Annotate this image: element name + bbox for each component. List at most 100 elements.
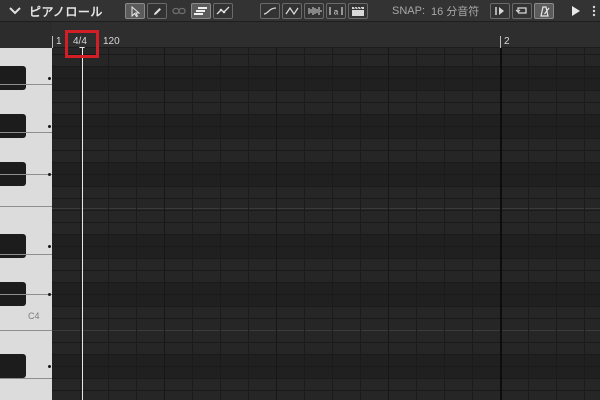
white-key-divider <box>0 378 52 379</box>
bar-1-tick <box>52 36 53 48</box>
row-divider <box>52 306 600 307</box>
note-grid[interactable] <box>52 48 600 400</box>
bar-2-tick <box>500 36 501 48</box>
row-divider <box>52 150 600 151</box>
metronome-button[interactable] <box>534 3 554 19</box>
clip-view-button[interactable] <box>348 3 368 19</box>
row-divider <box>52 66 600 67</box>
beat-gridline <box>360 48 361 400</box>
key-marker-dot <box>48 245 51 248</box>
link-icon <box>172 7 186 15</box>
beat-gridline <box>556 48 557 400</box>
beat-gridline <box>220 48 221 400</box>
time-signature-highlight <box>65 30 99 58</box>
beat-gridline <box>472 48 473 400</box>
row-divider <box>52 282 600 283</box>
row-divider <box>52 174 600 175</box>
row-divider <box>52 162 600 163</box>
white-key-divider <box>0 254 52 255</box>
snap-value-select[interactable]: 16 分音符 <box>431 0 479 22</box>
bar-1-number: 1 <box>56 36 62 47</box>
play-icon <box>572 6 580 16</box>
transport-group <box>490 3 554 19</box>
waveform-icon <box>308 7 322 15</box>
ruler-corner <box>0 22 52 48</box>
curve-zigzag-icon <box>285 6 299 16</box>
row-divider <box>52 138 600 139</box>
more-dots-icon <box>592 5 596 17</box>
key-marker-dot <box>48 77 51 80</box>
row-divider <box>52 366 600 367</box>
beat-gridline <box>108 48 109 400</box>
beat-gridline <box>332 48 333 400</box>
more-button[interactable] <box>588 3 600 19</box>
octave-divider <box>52 330 600 331</box>
white-key-divider <box>0 330 52 331</box>
row-divider <box>52 210 600 211</box>
c4-label: C4 <box>28 311 40 321</box>
link-button[interactable] <box>169 3 189 19</box>
row-divider <box>52 54 600 55</box>
svg-text:a: a <box>334 8 339 17</box>
pencil-icon <box>153 7 161 15</box>
metronome-icon <box>540 5 550 17</box>
row-divider <box>52 102 600 103</box>
row-divider <box>52 198 600 199</box>
row-divider <box>52 258 600 259</box>
loop-button[interactable] <box>512 3 532 19</box>
zigzag-curve-button[interactable] <box>282 3 302 19</box>
row-divider <box>52 270 600 271</box>
row-divider <box>52 294 600 295</box>
playhead-line <box>82 48 83 400</box>
key-marker-dot <box>48 293 51 296</box>
row-divider <box>52 114 600 115</box>
timeline-ruler[interactable]: 1 4/4 120 2 <box>52 22 600 48</box>
panel-title: ピアノロール <box>29 4 103 19</box>
beat-gridline <box>528 48 529 400</box>
black-key[interactable] <box>0 354 26 378</box>
beat-gridline <box>500 48 502 400</box>
step-input-button[interactable] <box>490 3 510 19</box>
piano-roll-toolbar: ピアノロール a SNAP: 16 分音符 <box>0 0 600 22</box>
waveform-button[interactable] <box>304 3 324 19</box>
black-key[interactable] <box>0 66 26 90</box>
beat-gridline <box>416 48 417 400</box>
bracket-text-icon: a <box>329 7 343 17</box>
key-marker-dot <box>48 173 51 176</box>
play-button[interactable] <box>568 3 584 19</box>
tempo-value[interactable]: 120 <box>103 36 120 47</box>
automation-button[interactable] <box>213 3 233 19</box>
snap-label: SNAP: <box>392 5 426 17</box>
row-divider <box>52 354 600 355</box>
velocity-bars-icon <box>194 7 207 15</box>
smooth-curve-button[interactable] <box>260 3 280 19</box>
beat-gridline <box>304 48 305 400</box>
beat-gridline <box>584 48 585 400</box>
row-divider <box>52 318 600 319</box>
view-tool-group: a <box>260 3 368 19</box>
white-key-divider <box>0 132 52 133</box>
pointer-tool-button[interactable] <box>125 3 145 19</box>
white-key-divider <box>0 84 52 85</box>
velocity-button[interactable] <box>191 3 211 19</box>
step-input-icon <box>495 7 504 15</box>
bar-2-number: 2 <box>504 36 510 47</box>
white-key-divider <box>0 174 52 175</box>
black-key[interactable] <box>0 114 26 138</box>
row-divider <box>52 378 600 379</box>
beat-gridline <box>80 48 81 400</box>
pencil-tool-button[interactable] <box>147 3 167 19</box>
row-divider <box>52 186 600 187</box>
edit-tool-group <box>125 3 233 19</box>
pointer-icon <box>131 5 140 17</box>
beat-gridline <box>276 48 277 400</box>
white-key-divider <box>0 206 52 207</box>
beat-gridline <box>444 48 445 400</box>
collapse-button[interactable] <box>7 0 23 22</box>
white-key-divider <box>0 294 52 295</box>
piano-keyboard[interactable]: C4 <box>0 48 52 400</box>
octave-divider <box>52 208 600 209</box>
beat-gridline <box>164 48 165 400</box>
text-bracket-button[interactable]: a <box>326 3 346 19</box>
curve-smooth-icon <box>263 7 277 15</box>
